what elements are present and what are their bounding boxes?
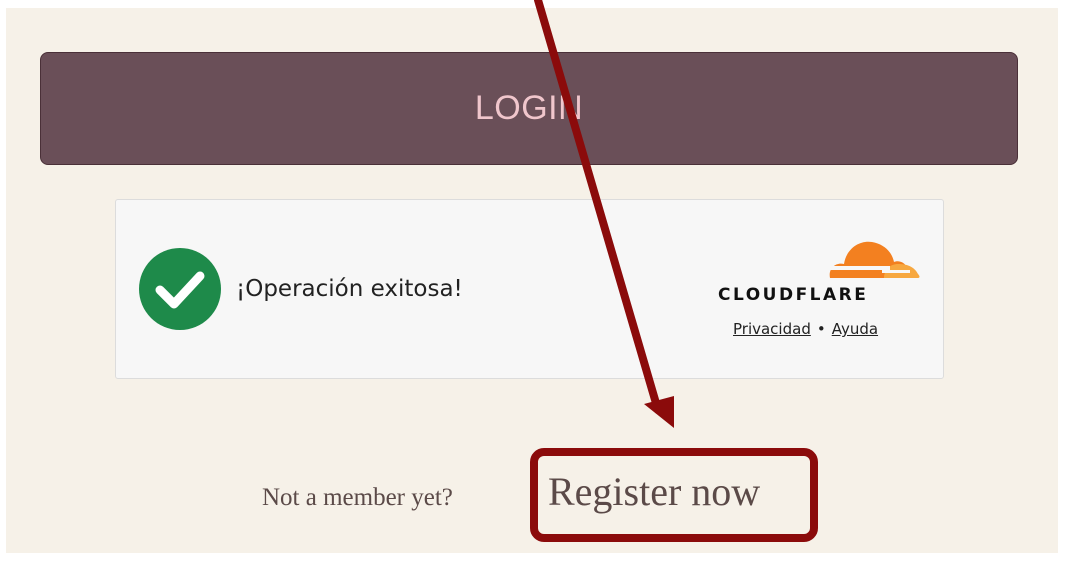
register-now-link[interactable]: Register now <box>548 468 760 515</box>
captcha-status-text: ¡Operación exitosa! <box>236 276 463 302</box>
check-circle-icon <box>139 248 221 330</box>
link-separator: • <box>816 320 826 338</box>
login-button-label: LOGIN <box>474 89 584 127</box>
cloudflare-wordmark: CLOUDFLARE <box>718 285 869 305</box>
login-button[interactable]: LOGIN <box>40 52 1018 165</box>
cloudflare-cloud-icon <box>828 241 920 278</box>
cloudflare-captcha-widget: ¡Operación exitosa! CLOUDFLARE Privacida… <box>115 199 944 379</box>
not-member-prompt: Not a member yet? <box>262 484 453 511</box>
privacy-link[interactable]: Privacidad <box>733 320 811 338</box>
help-link[interactable]: Ayuda <box>832 320 878 338</box>
captcha-links: Privacidad • Ayuda <box>733 320 878 338</box>
